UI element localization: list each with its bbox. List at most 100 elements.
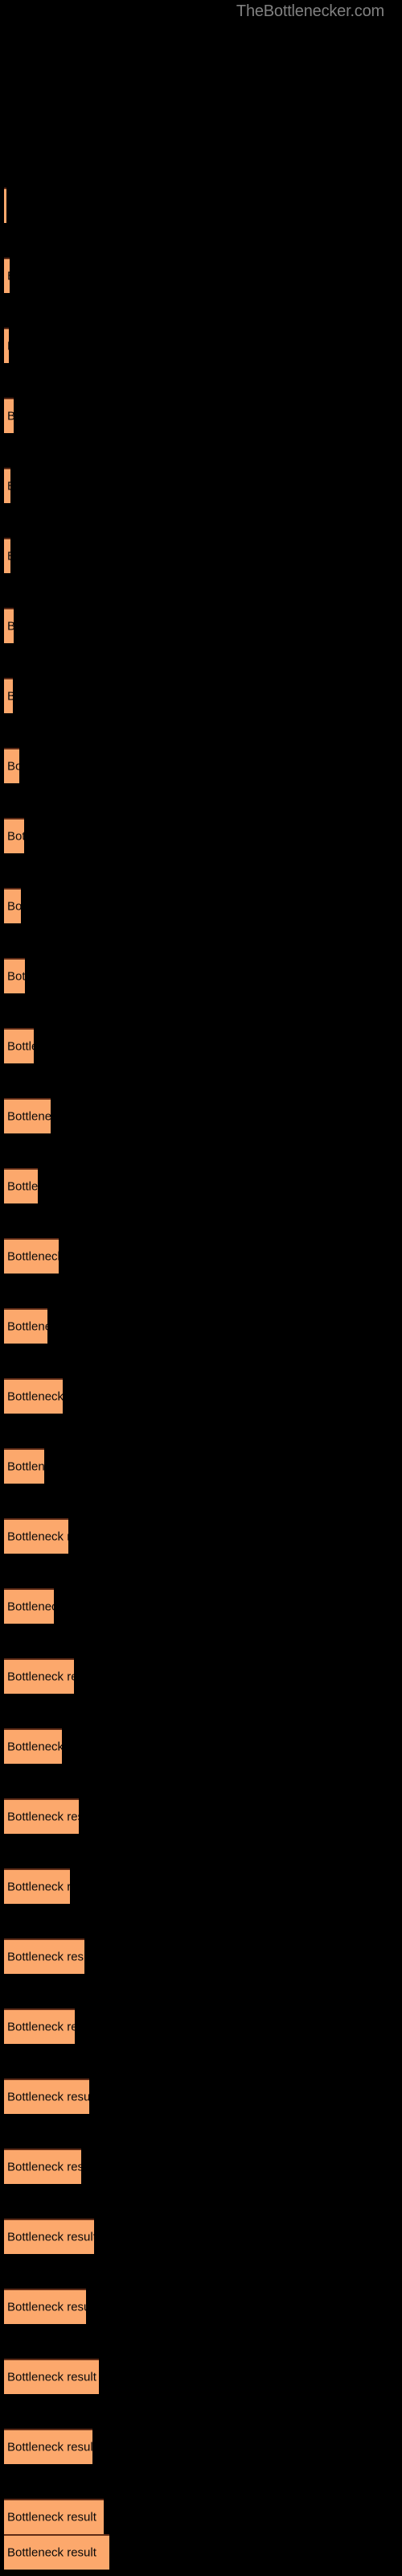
bar-label: Bottleneck result	[7, 270, 10, 283]
bar-row: Bottleneck result	[4, 328, 9, 363]
bar-row: Bottleneck result	[4, 888, 21, 923]
bar-row: Bottleneck result	[4, 1168, 38, 1203]
chart-bar[interactable]: Bottleneck result	[4, 2008, 75, 2044]
bar-label: Bottleneck result	[7, 2510, 96, 2524]
bar-label: Bottleneck result	[7, 2545, 96, 2560]
bar-label: Bottleneck result	[7, 690, 13, 704]
bar-row: Bottleneck result	[4, 818, 24, 853]
chart-bar[interactable]: Bottleneck result	[4, 2289, 86, 2324]
chart-bar[interactable]: Bottleneck result	[4, 678, 13, 713]
bar-label: Bottleneck result	[7, 1950, 84, 1964]
chart-bar[interactable]: Bottleneck result	[4, 2149, 81, 2184]
chart-bar[interactable]: Bottleneck result	[4, 818, 24, 853]
bar-row: Bottleneck result	[4, 1728, 62, 1764]
bar-label: Bottleneck result	[7, 2370, 96, 2384]
chart-bar[interactable]: Bottleneck result	[4, 538, 10, 573]
bar-label: Bottleneck result	[7, 480, 10, 493]
bar-label: Bottleneck result	[7, 1600, 54, 1614]
bar-row: Bottleneck result	[4, 958, 25, 993]
bar-row: Bottleneck result	[4, 608, 14, 643]
bar-row: Bottleneck result	[4, 2534, 109, 2570]
bar-row: Bottleneck result	[4, 1448, 44, 1484]
bar-row: Bottleneck result	[4, 678, 13, 713]
bar-label: Bottleneck result	[7, 2230, 94, 2244]
chart-bar[interactable]: Bottleneck result	[4, 468, 10, 503]
chart-bar[interactable]: Bottleneck result	[4, 328, 9, 363]
chart-bar[interactable]: Bottleneck result	[4, 1588, 54, 1624]
bar-row: Bottleneck result	[4, 1518, 68, 1554]
bar-label: Bottleneck result	[7, 1530, 68, 1544]
chart-bar[interactable]: Bottleneck result	[4, 1868, 70, 1904]
bar-row: Bottleneck result	[4, 1308, 47, 1344]
chart-bar[interactable]: Bottleneck result	[4, 1028, 34, 1063]
bar-row: Bottleneck result	[4, 1378, 63, 1414]
chart-bar[interactable]: Bottleneck result	[4, 2219, 94, 2254]
chart-bar[interactable]: Bottleneck result	[4, 1448, 44, 1484]
bar-label: Bottleneck result	[7, 340, 9, 353]
bar-label: Bottleneck result	[7, 1459, 44, 1474]
bar-label: Bottleneck result	[7, 969, 25, 984]
chart-bar[interactable]: Bottleneck result	[4, 398, 14, 433]
chart-bar[interactable]: Bottleneck result	[4, 2359, 99, 2394]
chart-bar[interactable]: Bottleneck result	[4, 748, 19, 783]
chart-bar[interactable]: Bottleneck result	[4, 1308, 47, 1344]
bar-row: Bottleneck result	[4, 258, 10, 293]
bar-label: Bottleneck result	[7, 2440, 92, 2454]
bar-row: Bottleneck result	[4, 1658, 74, 1694]
bar-row: Bottleneck result	[4, 1238, 59, 1274]
bar-label: Bottleneck result	[7, 1319, 47, 1334]
chart-bar[interactable]: Bottleneck result	[4, 2534, 109, 2570]
chart-bar[interactable]: Bottleneck result	[4, 958, 25, 993]
chart-bar[interactable]: Bottleneck result	[4, 1098, 51, 1133]
chart-bar[interactable]: Bottleneck result	[4, 1938, 84, 1974]
bar-row: Bottleneck result	[4, 1098, 51, 1133]
bar-label: Bottleneck result	[7, 1249, 59, 1264]
bar-row: Bottleneck result	[4, 468, 10, 503]
bar-label: Bottleneck result	[7, 759, 19, 774]
chart-bar[interactable]: Bottleneck result	[4, 188, 6, 223]
bar-label: Bottleneck result	[7, 2020, 75, 2034]
bar-row: Bottleneck result	[4, 1938, 84, 1974]
chart-bar[interactable]: Bottleneck result	[4, 1238, 59, 1274]
bar-row: Bottleneck result	[4, 2219, 94, 2254]
chart-bar[interactable]: Bottleneck result	[4, 1798, 79, 1834]
chart-bar[interactable]: Bottleneck result	[4, 258, 10, 293]
bar-row: Bottleneck result	[4, 2149, 81, 2184]
bottleneck-bar-chart: Bottleneck result Bottleneck result Bottle…	[0, 0, 402, 2576]
bar-row: Bottleneck result	[4, 748, 19, 783]
bar-label: Bottleneck result	[7, 1389, 63, 1404]
bar-label: Bottleneck result	[7, 620, 14, 634]
chart-bar[interactable]: Bottleneck result	[4, 1378, 63, 1414]
bar-row: Bottleneck result	[4, 1588, 54, 1624]
bar-label: Bottleneck result	[7, 1179, 38, 1194]
bar-label: Bottleneck result	[7, 1109, 51, 1124]
bar-label: Bottleneck result	[7, 829, 24, 844]
bar-label: Bottleneck result	[7, 1670, 74, 1684]
chart-bar[interactable]: Bottleneck result	[4, 2079, 89, 2114]
chart-bar[interactable]: Bottleneck result	[4, 1168, 38, 1203]
bar-label: Bottleneck result	[7, 1810, 79, 1824]
chart-bar[interactable]: Bottleneck result	[4, 608, 14, 643]
chart-bar[interactable]: Bottleneck result	[4, 1658, 74, 1694]
bar-label: Bottleneck result	[7, 410, 14, 423]
bar-row: Bottleneck result	[4, 1028, 34, 1063]
chart-bar[interactable]: Bottleneck result	[4, 2429, 92, 2464]
bar-row: Bottleneck result	[4, 2499, 104, 2534]
bar-row: Bottleneck result	[4, 2289, 86, 2324]
bar-label: Bottleneck result	[7, 1039, 34, 1054]
bar-row: Bottleneck result	[4, 538, 10, 573]
chart-bar[interactable]: Bottleneck result	[4, 888, 21, 923]
bar-label: Bottleneck result	[7, 1740, 62, 1754]
chart-bar[interactable]: Bottleneck result	[4, 1728, 62, 1764]
bar-label: Bottleneck result	[7, 2090, 89, 2104]
bar-label: Bottleneck result	[7, 1880, 70, 1894]
bar-row: Bottleneck result	[4, 1868, 70, 1904]
bar-label: Bottleneck result	[7, 899, 21, 914]
bar-row: Bottleneck result	[4, 2079, 89, 2114]
bar-row: Bottleneck result	[4, 2429, 92, 2464]
bar-row: Bottleneck result	[4, 398, 14, 433]
chart-bar[interactable]: Bottleneck result	[4, 1518, 68, 1554]
chart-bar[interactable]: Bottleneck result	[4, 2499, 104, 2534]
bar-row: Bottleneck result	[4, 2359, 99, 2394]
bar-row: Bottleneck result	[4, 188, 6, 223]
